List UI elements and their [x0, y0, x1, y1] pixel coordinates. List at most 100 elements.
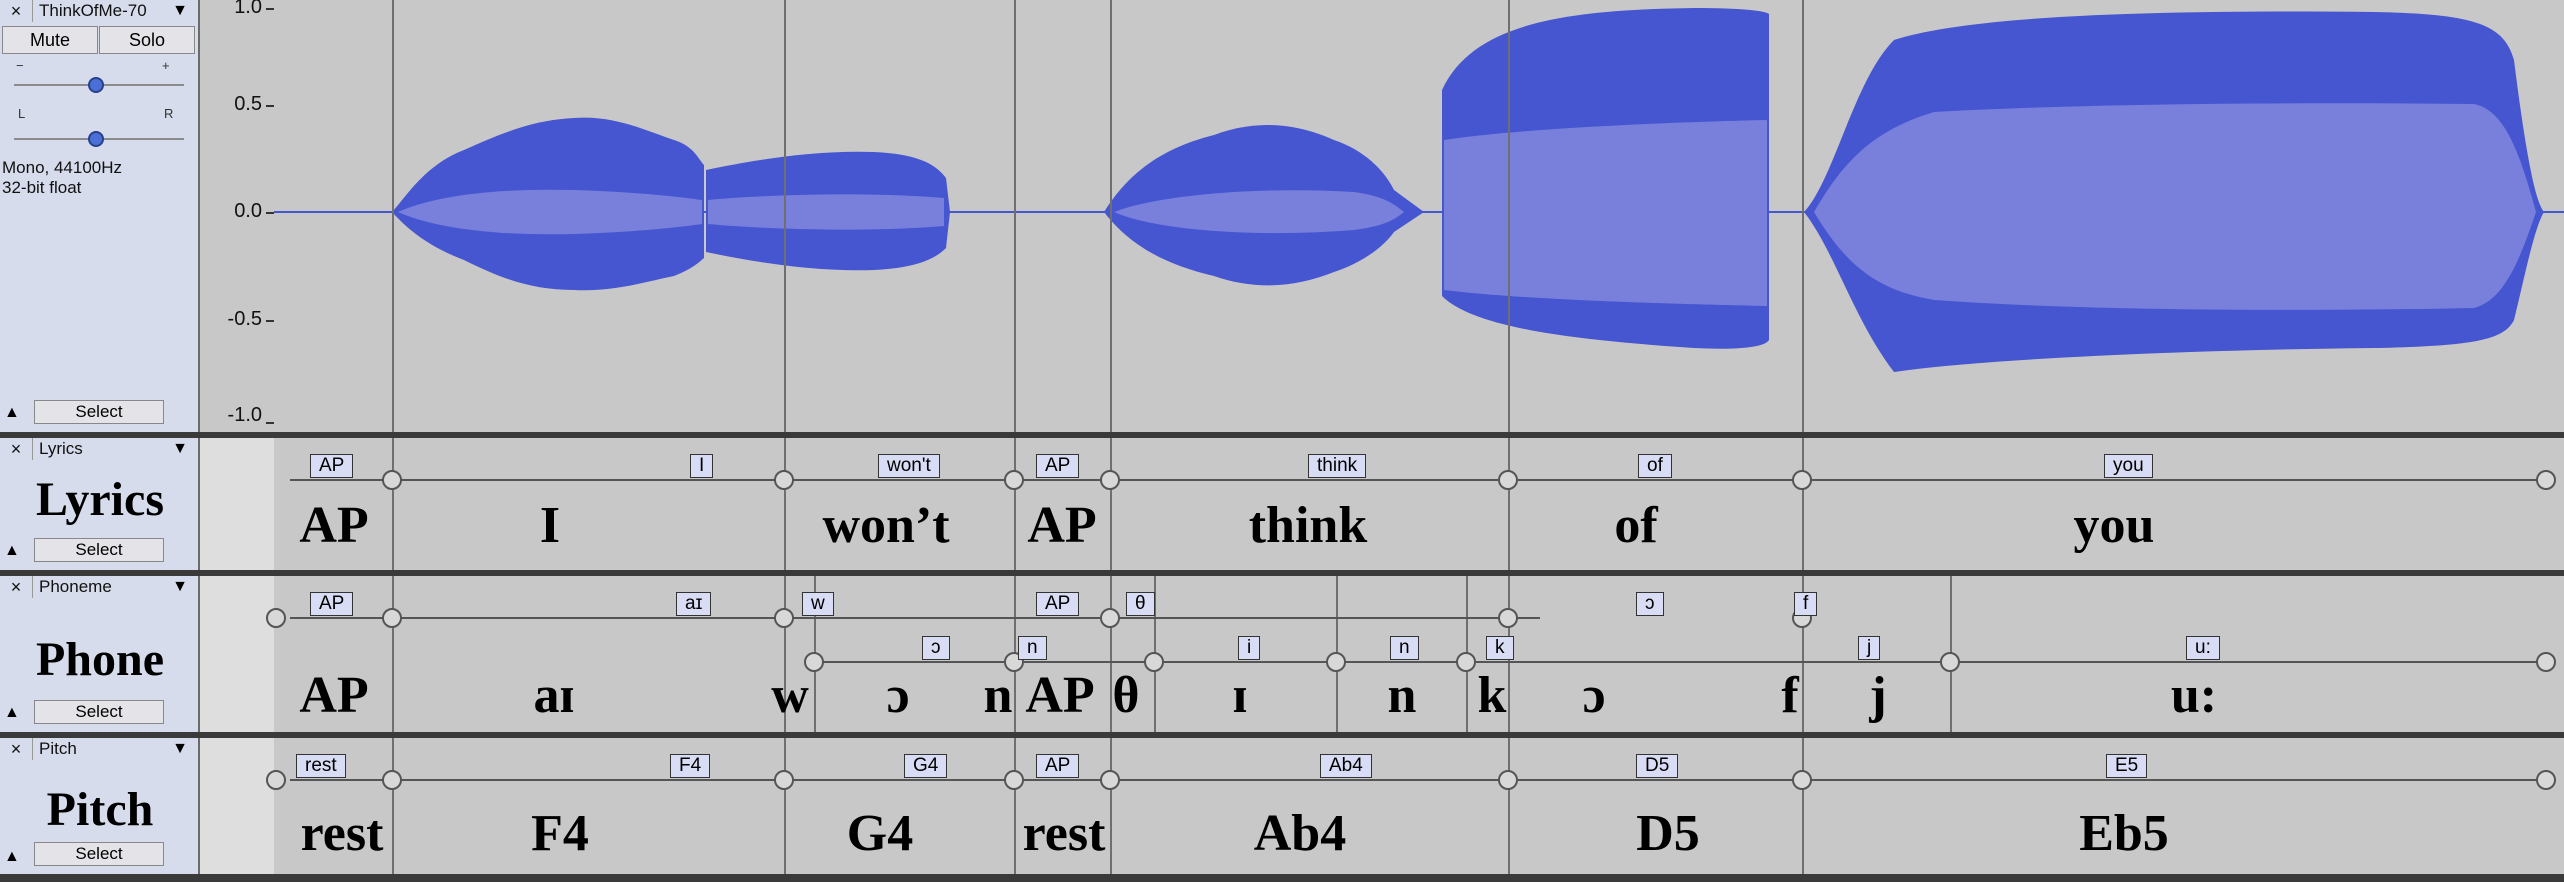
triangle-down-icon[interactable]: ▼ [160, 438, 200, 460]
phoneme-label-tag[interactable]: w [802, 592, 834, 616]
boundary-line [1802, 438, 1804, 570]
triangle-down-icon[interactable]: ▼ [160, 738, 200, 760]
phoneme-label-lane[interactable]: AP aɪ w AP θ ɔ f ɔ n i n k j u: AP aɪ w … [266, 576, 2564, 732]
phoneme-label-tag[interactable]: j [1858, 636, 1881, 660]
lyric-label-tag[interactable]: AP [310, 454, 354, 478]
phoneme-label-tag[interactable]: n [1018, 636, 1047, 660]
waveform-display[interactable] [274, 0, 2564, 432]
phoneme-label-tag[interactable]: ɔ [922, 636, 950, 660]
lyric-label-tag[interactable]: AP [1036, 454, 1080, 478]
label-boundary-handle[interactable] [266, 608, 286, 628]
label-boundary-handle[interactable] [1100, 608, 1120, 628]
label-boundary-handle[interactable] [266, 770, 286, 790]
solo-button[interactable]: Solo [99, 26, 195, 54]
gain-slider-thumb[interactable] [88, 77, 104, 93]
phoneme-label-tag[interactable]: AP [310, 592, 354, 616]
select-button[interactable]: Select [34, 538, 164, 562]
label-boundary-handle[interactable] [1792, 770, 1812, 790]
label-boundary-handle[interactable] [1004, 470, 1024, 490]
boundary-line [784, 438, 786, 570]
lyrics-track-control-panel: × Lyrics ▼ Lyrics ▲ Select [0, 438, 200, 570]
pitch-label-tag[interactable]: Ab4 [1320, 754, 1372, 778]
close-icon[interactable]: × [2, 438, 30, 460]
label-span-line [814, 661, 2540, 663]
triangle-down-icon[interactable]: ▼ [160, 0, 200, 22]
select-button[interactable]: Select [34, 842, 164, 866]
label-boundary-handle[interactable] [1498, 470, 1518, 490]
phoneme-label-tag[interactable]: AP [1036, 592, 1080, 616]
label-boundary-handle[interactable] [2536, 770, 2556, 790]
phoneme-label-tag[interactable]: ɔ [1636, 592, 1664, 616]
pitch-text: rest [1022, 805, 1106, 862]
lyric-label-tag[interactable]: I [690, 454, 714, 478]
collapse-arrow-icon[interactable]: ▲ [4, 848, 20, 866]
label-boundary-handle[interactable] [1326, 652, 1346, 672]
pitch-text: F4 [531, 805, 589, 862]
label-boundary-handle[interactable] [1144, 652, 1164, 672]
ruler-label: -1.0 [227, 404, 262, 426]
collapse-arrow-icon[interactable]: ▲ [4, 704, 20, 722]
boundary-line [1110, 0, 1112, 432]
pan-slider-thumb[interactable] [88, 131, 104, 147]
label-boundary-handle[interactable] [774, 470, 794, 490]
track-name-menu[interactable]: Phoneme [32, 576, 160, 598]
close-icon[interactable]: × [2, 738, 30, 760]
pitch-label-lane[interactable]: rest F4 G4 AP Ab4 D5 E5 rest F4 G4 rest … [266, 738, 2564, 874]
pitch-text: rest [300, 805, 384, 862]
phoneme-label-tag[interactable]: i [1238, 636, 1261, 660]
close-icon[interactable]: × [2, 0, 30, 22]
boundary-line [1802, 738, 1804, 874]
lyric-label-tag[interactable]: think [1308, 454, 1367, 478]
pitch-label-tag[interactable]: G4 [904, 754, 948, 778]
collapse-arrow-icon[interactable]: ▲ [4, 404, 20, 422]
label-boundary-handle[interactable] [1940, 652, 1960, 672]
track-name-menu[interactable]: ThinkOfMe-70 [32, 0, 160, 22]
phoneme-label-tag[interactable]: n [1390, 636, 1419, 660]
label-boundary-handle[interactable] [382, 608, 402, 628]
label-boundary-handle[interactable] [1792, 470, 1812, 490]
phoneme-label-tag[interactable]: aɪ [676, 592, 712, 616]
mute-button[interactable]: Mute [2, 26, 98, 54]
pitch-label-tag[interactable]: D5 [1636, 754, 1679, 778]
label-boundary-handle[interactable] [2536, 652, 2556, 672]
label-boundary-handle[interactable] [1100, 770, 1120, 790]
label-boundary-handle[interactable] [1456, 652, 1476, 672]
label-boundary-handle[interactable] [774, 608, 794, 628]
triangle-down-icon[interactable]: ▼ [160, 576, 200, 598]
label-boundary-handle[interactable] [382, 470, 402, 490]
select-button[interactable]: Select [34, 400, 164, 424]
lyric-label-tag[interactable]: won't [878, 454, 940, 478]
gain-minus-label: − [16, 58, 24, 73]
collapse-arrow-icon[interactable]: ▲ [4, 542, 20, 560]
lyric-label-tag[interactable]: of [1638, 454, 1672, 478]
gain-plus-label: + [162, 58, 170, 73]
label-boundary-handle[interactable] [382, 770, 402, 790]
track-big-label: Phone [35, 633, 164, 686]
select-button[interactable]: Select [34, 700, 164, 724]
phoneme-text: ɔ [886, 667, 910, 724]
track-big-label: Lyrics [36, 473, 164, 526]
boundary-line [392, 738, 394, 874]
label-boundary-handle[interactable] [774, 770, 794, 790]
pitch-label-tag[interactable]: rest [296, 754, 346, 778]
label-boundary-handle[interactable] [1004, 770, 1024, 790]
phoneme-label-tag[interactable]: θ [1126, 592, 1155, 616]
label-boundary-handle[interactable] [1498, 608, 1518, 628]
pitch-label-tag[interactable]: F4 [670, 754, 711, 778]
pitch-text: Ab4 [1253, 805, 1347, 862]
phoneme-label-tag[interactable]: f [1794, 592, 1818, 616]
label-boundary-handle[interactable] [2536, 470, 2556, 490]
phoneme-label-tag[interactable]: u: [2186, 636, 2220, 660]
label-boundary-handle[interactable] [1498, 770, 1518, 790]
boundary-line [392, 438, 394, 570]
close-icon[interactable]: × [2, 576, 30, 598]
pitch-label-tag[interactable]: AP [1036, 754, 1080, 778]
label-boundary-handle[interactable] [1100, 470, 1120, 490]
track-name-menu[interactable]: Pitch [32, 738, 160, 760]
track-name-menu[interactable]: Lyrics [32, 438, 160, 460]
phoneme-label-tag[interactable]: k [1486, 636, 1514, 660]
pitch-label-tag[interactable]: E5 [2106, 754, 2148, 778]
lyrics-label-lane[interactable]: AP I won't AP think of you AP I won’t AP… [274, 438, 2564, 570]
lyric-label-tag[interactable]: you [2104, 454, 2153, 478]
phoneme-text: AP [299, 667, 369, 724]
